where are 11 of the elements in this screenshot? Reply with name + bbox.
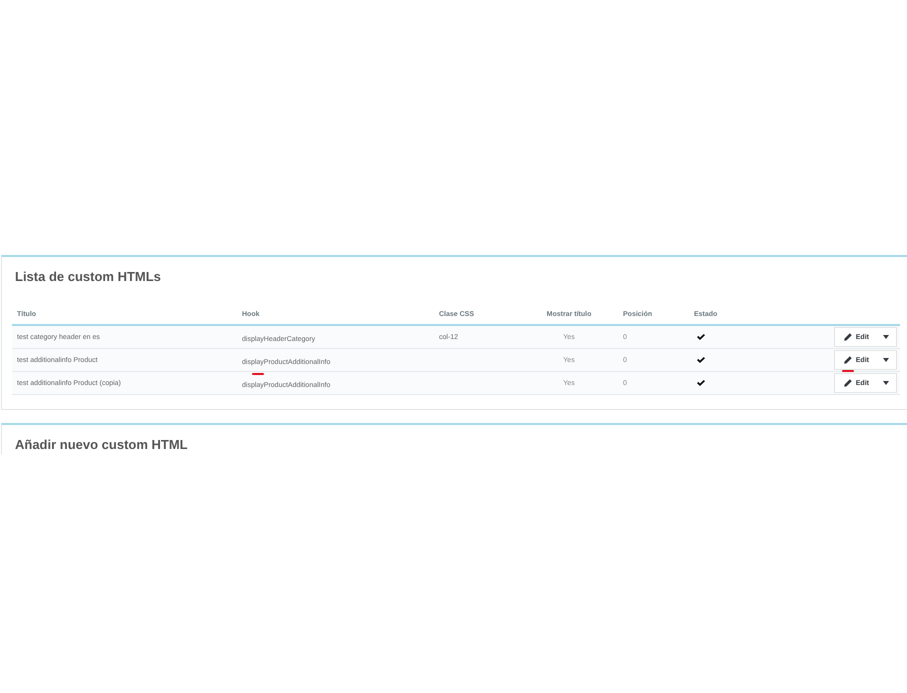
pencil-icon <box>844 333 852 341</box>
pencil-icon <box>844 379 852 387</box>
dropdown-toggle[interactable] <box>875 327 897 347</box>
caret-icon <box>882 358 888 362</box>
dropdown-toggle[interactable] <box>875 350 897 370</box>
pencil-icon <box>844 356 852 364</box>
dropdown-toggle[interactable] <box>875 373 897 393</box>
caret-icon <box>882 381 888 385</box>
caret-icon <box>882 335 888 339</box>
panel-title: Añadir nuevo custom HTML <box>15 437 188 453</box>
panel-title: Lista de custom HTMLs <box>15 269 161 285</box>
